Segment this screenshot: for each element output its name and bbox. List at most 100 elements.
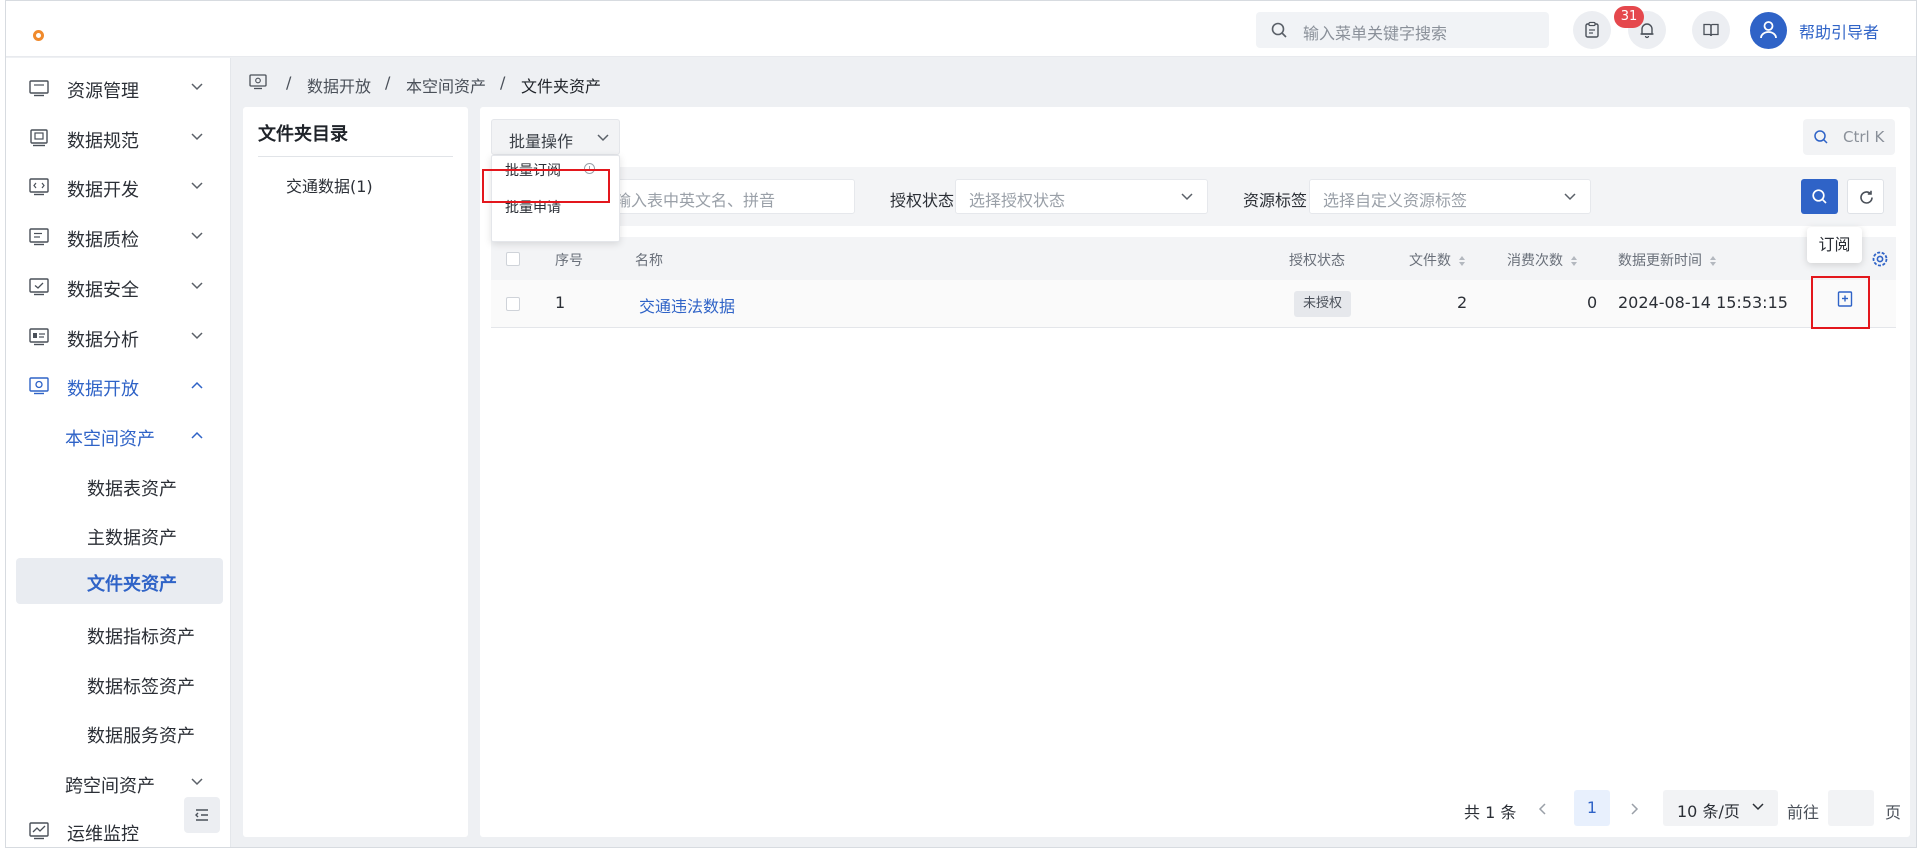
folder-node[interactable]: 交通数据(1) [286,173,373,197]
sidebar-item-label: 数据指标资产 [87,627,195,648]
sidebar-item-table-assets[interactable]: 数据表资产 [6,463,231,509]
logo-icon[interactable] [33,30,44,41]
monitor-chart-icon [29,822,49,840]
goto-label: 前往 [1787,803,1820,822]
sort-icon[interactable] [1571,256,1578,266]
chevron-up-icon [191,381,203,389]
page-size-select[interactable]: 10 条/页 [1663,790,1778,826]
docs-button[interactable] [1692,11,1730,49]
column-header: 序号 [555,253,583,269]
chevron-down-icon [191,232,203,240]
sidebar-item-label: 数据表资产 [87,479,177,500]
highlight-box [1811,276,1870,329]
highlight-box [482,169,610,203]
update-time: 2024-08-14 15:53:15 [1618,293,1788,312]
sidebar-item-service-assets[interactable]: 数据服务资产 [6,710,231,756]
page-label: 页 [1885,803,1902,822]
auth-status-badge: 未授权 [1294,291,1352,317]
clipboard-button[interactable] [1573,11,1611,49]
clipboard-icon [1585,21,1599,38]
quick-search-button[interactable]: Ctrl K [1803,119,1895,155]
pagination-total: 共 1 条 [1464,803,1517,822]
menu-search-input[interactable]: 输入菜单关键字搜索 [1256,12,1549,48]
sidebar-item-label: 数据开发 [67,180,139,201]
table-row[interactable]: 1 交通违法数据 未授权 2 0 2024-08-14 15:53:15 [491,280,1896,328]
column-header[interactable]: 消费次数 [1507,250,1578,270]
avatar[interactable] [1750,12,1787,49]
sidebar-item-label: 资源管理 [67,81,139,102]
asset-list-panel: 批量操作 Ctrl K 输入表中英文名、拼音 授权状态 选择授权状态 资源标签 … [480,107,1910,837]
chart-icon [29,328,49,346]
sidebar-item-label: 数据质检 [67,230,139,251]
shortcut-hint: Ctrl K [1843,128,1885,146]
sidebar-item-local-assets[interactable]: 本空间资产 [6,413,231,459]
auth-status-placeholder: 选择授权状态 [969,191,1066,210]
column-header[interactable]: 数据更新时间 [1618,250,1717,270]
select-all-checkbox[interactable] [506,252,520,266]
file-count: 2 [1457,293,1468,312]
sidebar-item-analysis[interactable]: 数据分析 [6,314,231,360]
resource-tag-select[interactable]: 选择自定义资源标签 [1309,179,1591,214]
folder-tree-title: 文件夹目录 [258,124,348,145]
name-search-placeholder: 输入表中英文名、拼音 [615,191,776,210]
top-bar: 输入菜单关键字搜索 31 帮助引导者 [6,1,1916,57]
sidebar-item-label: 主数据资产 [87,528,177,549]
sidebar-item-label: 数据安全 [67,280,139,301]
chevron-down-icon [191,182,203,190]
subscribe-tooltip: 订阅 [1807,227,1862,263]
sidebar-item-label: 数据开放 [67,379,139,400]
auth-status-label: 授权状态 [890,191,955,210]
sidebar-item-metric-assets[interactable]: 数据指标资产 [6,611,231,657]
doc-icon [29,228,49,246]
chevron-down-icon [191,778,203,786]
column-header-label: 数据更新时间 [1618,253,1702,269]
column-settings-icon[interactable] [1871,250,1889,268]
page-size-value: 10 条/页 [1677,802,1740,821]
reset-button[interactable] [1847,179,1884,214]
batch-operation-button[interactable]: 批量操作 [491,119,620,155]
sort-icon[interactable] [1710,256,1717,266]
username[interactable]: 帮助引导者 [1799,19,1879,43]
sidebar-item-label: 运维监控 [67,824,139,845]
chevron-left-icon[interactable] [1538,802,1548,816]
sidebar-item-standards[interactable]: 数据规范 [6,115,231,161]
chevron-right-icon[interactable] [1629,802,1639,816]
sidebar-item-tag-assets[interactable]: 数据标签资产 [6,661,231,707]
indent-icon [195,809,208,821]
sidebar-item-quality[interactable]: 数据质检 [6,214,231,260]
breadcrumb-separator: / [385,73,391,92]
chevron-down-icon [1564,193,1576,201]
search-button[interactable] [1801,179,1838,214]
asset-name-link[interactable]: 交通违法数据 [639,293,735,317]
column-header-label: 消费次数 [1507,253,1563,269]
sort-icon[interactable] [1459,256,1466,266]
breadcrumb-separator: / [286,73,292,92]
monitor-icon [29,80,49,97]
sidebar-item-resource[interactable]: 资源管理 [6,65,231,111]
table-header: 序号 名称 授权状态 文件数 消费次数 数据更新时间 [491,237,1896,280]
sidebar-item-label: 数据标签资产 [87,677,195,698]
sidebar-item-dev[interactable]: 数据开发 [6,164,231,210]
sidebar-item-open[interactable]: 数据开放 [6,363,231,409]
name-search-input[interactable]: 输入表中英文名、拼音 [601,179,855,214]
sidebar-item-label: 文件夹资产 [87,574,177,595]
sidebar-item-security[interactable]: 数据安全 [6,264,231,310]
auth-status-select[interactable]: 选择授权状态 [955,179,1208,214]
sidebar-item-master-assets[interactable]: 主数据资产 [6,512,231,558]
page-jump-input[interactable] [1828,790,1874,826]
breadcrumb-item[interactable]: 数据开放 [307,73,371,97]
resource-tag-placeholder: 选择自定义资源标签 [1323,191,1468,210]
column-header[interactable]: 文件数 [1409,250,1466,270]
column-header: 名称 [635,253,663,269]
breadcrumb-item[interactable]: 本空间资产 [406,73,486,97]
sidebar-item-label: 跨空间资产 [65,776,155,797]
home-monitor-icon[interactable] [249,74,267,90]
book-icon [1703,23,1719,37]
sidebar: 资源管理 数据规范 数据开发 数据质检 数据安全 数据分析 数据开放 本空间资产… [6,58,231,847]
row-checkbox[interactable] [506,297,520,311]
page-number[interactable]: 1 [1574,790,1610,826]
chevron-down-icon [191,332,203,340]
sidebar-item-folder-assets[interactable]: 文件夹资产 [16,558,223,604]
filter-bar: 输入表中英文名、拼音 授权状态 选择授权状态 资源标签 选择自定义资源标签 [491,167,1896,226]
sidebar-collapse-button[interactable] [184,797,220,833]
